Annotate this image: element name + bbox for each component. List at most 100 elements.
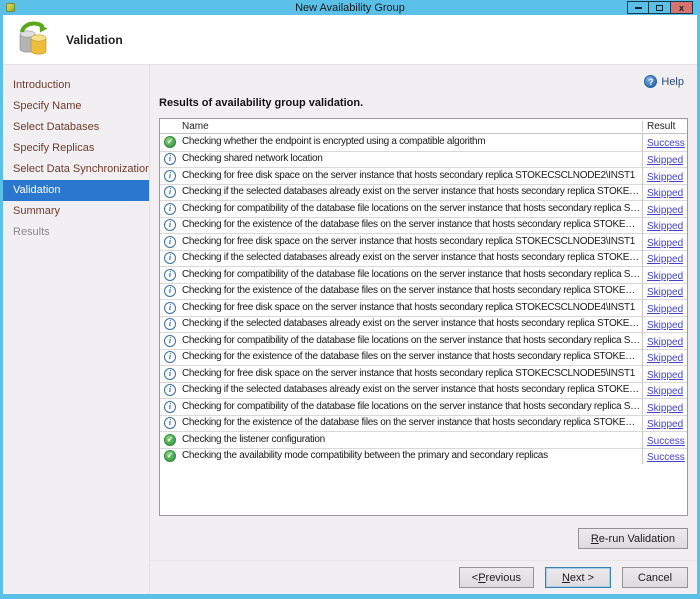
table-empty-area [160,464,687,515]
window-title: New Availability Group [295,2,405,14]
table-row: i Checking for the existence of the data… [160,349,687,366]
help-link[interactable]: ? Help [644,75,684,88]
new-availability-group-dialog: New Availability Group x Validation [0,0,700,599]
table-row: ✓ Checking whether the endpoint is encry… [160,134,687,151]
table-row: i Checking for compatibility of the data… [160,200,687,217]
info-icon: i [164,269,176,281]
success-icon: ✓ [164,434,176,446]
check-name: Checking shared network location [180,151,642,167]
info-icon: i [164,186,176,198]
table-row: i Checking for compatibility of the data… [160,332,687,349]
help-label: Help [661,76,684,88]
table-header: Name Result [160,119,687,134]
check-name: Checking for free disk space on the serv… [180,168,642,184]
result-link[interactable]: Success [647,138,685,149]
maximize-icon [656,5,663,11]
info-icon: i [164,203,176,215]
titlebar: New Availability Group x [0,0,700,15]
result-link[interactable]: Skipped [647,271,683,282]
result-link[interactable]: Skipped [647,386,683,397]
result-link[interactable]: Skipped [647,419,683,430]
check-name: Checking if the selected databases alrea… [180,316,642,332]
wizard-footer: < Previous Next > Cancel [150,560,697,594]
result-link[interactable]: Skipped [647,304,683,315]
maximize-button[interactable] [649,1,671,14]
availability-group-database-icon [14,19,51,61]
info-icon: i [164,368,176,380]
table-row: ✓ Checking the availability mode compati… [160,448,687,465]
minimize-button[interactable] [627,1,649,14]
info-icon: i [164,417,176,429]
help-icon: ? [644,75,657,88]
result-link[interactable]: Success [647,436,685,447]
check-name: Checking for the existence of the databa… [180,217,642,233]
rerun-validation-button[interactable]: Re-run Validation [578,528,688,549]
check-name: Checking for compatibility of the databa… [180,267,642,283]
info-icon: i [164,351,176,363]
sidebar-item-validation[interactable]: Validation [3,180,149,201]
result-link[interactable]: Skipped [647,238,683,249]
info-icon: i [164,384,176,396]
result-link[interactable]: Skipped [647,221,683,232]
result-link[interactable]: Skipped [647,403,683,414]
result-link[interactable]: Skipped [647,205,683,216]
check-name: Checking if the selected databases alrea… [180,382,642,398]
check-name: Checking for compatibility of the databa… [180,333,642,349]
cancel-button[interactable]: Cancel [622,567,688,588]
sidebar-item-summary[interactable]: Summary [3,201,149,222]
check-name: Checking if the selected databases alrea… [180,184,642,200]
check-name: Checking the availability mode compatibi… [180,448,642,464]
table-row: i Checking for the existence of the data… [160,217,687,234]
table-row: i Checking if the selected databases alr… [160,250,687,267]
validation-results-table: Name Result ✓ Checking whether the endpo… [159,118,688,516]
result-link[interactable]: Skipped [647,188,683,199]
check-name: Checking for the existence of the databa… [180,415,642,431]
result-link[interactable]: Skipped [647,254,683,265]
sidebar-item-specify-replicas[interactable]: Specify Replicas [3,138,149,159]
close-button[interactable]: x [671,1,693,14]
previous-button[interactable]: < Previous [459,567,534,588]
info-icon: i [164,236,176,248]
sidebar-item-results: Results [3,222,149,243]
check-name: Checking for the existence of the databa… [180,283,642,299]
table-row: ✓ Checking the listener configuration Su… [160,431,687,448]
name-column-header: Name [180,121,642,132]
check-name: Checking for free disk space on the serv… [180,366,642,382]
success-icon: ✓ [164,450,176,462]
sidebar-item-introduction[interactable]: Introduction [3,75,149,96]
success-icon: ✓ [164,136,176,148]
result-link[interactable]: Skipped [647,337,683,348]
table-row: i Checking if the selected databases alr… [160,316,687,333]
check-name: Checking for compatibility of the databa… [180,399,642,415]
check-name: Checking if the selected databases alrea… [180,250,642,266]
info-icon: i [164,153,176,165]
result-link[interactable]: Skipped [647,353,683,364]
page-title: Validation [66,33,123,47]
result-link[interactable]: Success [647,452,685,463]
window-controls: x [627,1,693,14]
table-row: i Checking for free disk space on the se… [160,167,687,184]
app-icon [6,3,15,12]
result-link[interactable]: Skipped [647,320,683,331]
info-icon: i [164,219,176,231]
table-row: i Checking for free disk space on the se… [160,365,687,382]
sidebar-item-select-databases[interactable]: Select Databases [3,117,149,138]
minimize-icon [635,7,642,9]
table-row: i Checking for the existence of the data… [160,415,687,432]
info-icon: i [164,170,176,182]
sidebar-item-select-data-synchronization[interactable]: Select Data Synchronization [3,159,149,180]
wizard-header: Validation [3,15,697,65]
check-name: Checking for the existence of the databa… [180,349,642,365]
table-row: i Checking if the selected databases alr… [160,184,687,201]
result-link[interactable]: Skipped [647,370,683,381]
result-link[interactable]: Skipped [647,287,683,298]
result-link[interactable]: Skipped [647,172,683,183]
result-link[interactable]: Skipped [647,155,683,166]
sidebar-item-specify-name[interactable]: Specify Name [3,96,149,117]
table-row: i Checking for compatibility of the data… [160,398,687,415]
results-caption: Results of availability group validation… [159,97,688,109]
next-button[interactable]: Next > [545,567,611,588]
result-column-header: Result [642,121,687,132]
wizard-steps-sidebar: IntroductionSpecify NameSelect Databases… [3,65,150,594]
table-row: i Checking for compatibility of the data… [160,266,687,283]
